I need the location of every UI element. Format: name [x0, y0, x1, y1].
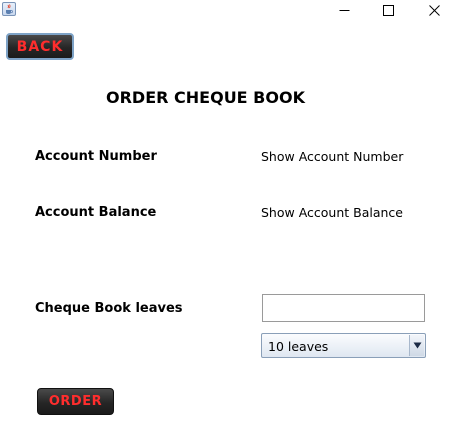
back-button-label: BACK [16, 38, 64, 55]
account-balance-label: Account Balance [35, 205, 157, 220]
page-title: ORDER CHEQUE BOOK [106, 88, 305, 107]
back-button[interactable]: BACK [6, 33, 74, 60]
close-icon [428, 4, 440, 16]
order-button-label: ORDER [48, 394, 103, 409]
cheque-leaves-label: Cheque Book leaves [35, 301, 183, 316]
account-balance-value: Show Account Balance [261, 205, 403, 220]
maximize-icon [382, 4, 394, 16]
maximize-button[interactable] [366, 0, 410, 20]
cheque-leaves-dropdown[interactable]: 10 leaves [261, 333, 426, 358]
account-number-label: Account Number [35, 149, 157, 164]
cheque-leaves-input[interactable] [262, 294, 425, 322]
minimize-icon [339, 9, 349, 11]
dropdown-selected-value: 10 leaves [268, 339, 329, 354]
minimize-button[interactable] [322, 0, 366, 20]
java-cup-icon[interactable] [2, 2, 16, 16]
close-button[interactable] [412, 0, 450, 20]
account-number-value: Show Account Number [261, 149, 404, 164]
order-button[interactable]: ORDER [37, 388, 114, 415]
dropdown-arrow-button[interactable] [409, 335, 424, 356]
title-bar [0, 0, 450, 20]
chevron-down-icon [413, 342, 421, 349]
